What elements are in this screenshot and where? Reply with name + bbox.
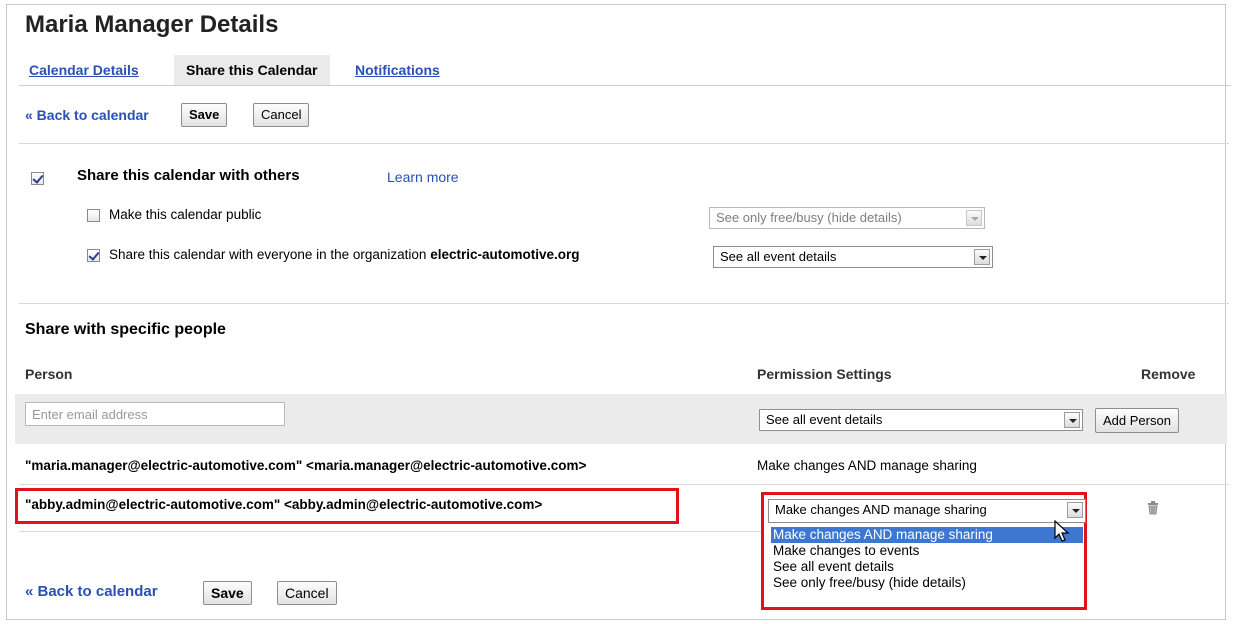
mouse-pointer-icon <box>1054 520 1070 542</box>
page-title: Maria Manager Details <box>25 11 279 38</box>
new-person-permission-select[interactable]: See all event details <box>759 409 1083 431</box>
back-to-calendar-link-top[interactable]: « Back to calendar <box>25 107 149 123</box>
save-button-top[interactable]: Save <box>181 103 228 127</box>
trash-icon[interactable] <box>1147 501 1159 515</box>
org-name: electric-automotive.org <box>430 247 580 262</box>
email-address-input[interactable] <box>25 402 285 426</box>
public-permission-value: See only free/busy (hide details) <box>716 210 902 225</box>
chevron-down-icon <box>966 210 982 226</box>
person-column-header: Person <box>25 366 73 382</box>
make-public-checkbox[interactable] <box>87 209 100 222</box>
tab-calendar-details[interactable]: Calendar Details <box>19 55 149 85</box>
add-person-button[interactable]: Add Person <box>1095 408 1179 433</box>
chevron-down-icon <box>1067 502 1083 518</box>
permission-option-see-all[interactable]: See all event details <box>771 559 1083 575</box>
share-with-others-checkbox[interactable] <box>31 172 44 185</box>
section-divider <box>19 143 1229 144</box>
tab-share-this-calendar[interactable]: Share this Calendar <box>174 55 330 85</box>
cancel-button-top[interactable]: Cancel <box>253 103 310 127</box>
back-to-calendar-link-bottom[interactable]: « Back to calendar <box>25 583 158 600</box>
permission-column-header: Permission Settings <box>757 366 892 382</box>
org-permission-select[interactable]: See all event details <box>713 246 993 268</box>
row-divider <box>19 531 761 532</box>
abby-permission-select[interactable]: Make changes AND manage sharing <box>768 499 1086 523</box>
specific-people-heading: Share with specific people <box>25 321 226 338</box>
cancel-button-bottom[interactable]: Cancel <box>277 581 337 605</box>
share-org-label-text: Share this calendar with everyone in the… <box>109 247 427 262</box>
new-person-permission-value: See all event details <box>766 412 883 427</box>
shared-person-maria: "maria.manager@electric-automotive.com" … <box>25 458 587 473</box>
abby-permission-value: Make changes AND manage sharing <box>775 502 987 517</box>
tab-notifications[interactable]: Notifications <box>345 55 450 85</box>
org-permission-value: See all event details <box>720 249 837 264</box>
remove-column-header: Remove <box>1141 366 1196 382</box>
save-button-bottom[interactable]: Save <box>203 581 252 605</box>
share-org-checkbox[interactable] <box>87 249 100 262</box>
make-public-label: Make this calendar public <box>109 207 262 222</box>
section-divider <box>19 303 1229 304</box>
calendar-details-panel: Maria Manager Details Calendar Details S… <box>6 4 1231 620</box>
shared-person-abby: "abby.admin@electric-automotive.com" <ab… <box>25 497 543 512</box>
chevron-down-icon <box>1064 412 1080 428</box>
learn-more-link[interactable]: Learn more <box>387 169 459 185</box>
permission-dropdown-list: Make changes AND manage sharing Make cha… <box>771 527 1083 591</box>
share-org-label: Share this calendar with everyone in the… <box>109 247 580 262</box>
share-with-others-label: Share this calendar with others <box>77 167 300 184</box>
chevron-down-icon <box>974 249 990 265</box>
permission-option-free-busy[interactable]: See only free/busy (hide details) <box>771 575 1083 591</box>
tab-divider <box>19 85 1231 86</box>
row-divider <box>19 484 1229 485</box>
permission-option-manage-sharing[interactable]: Make changes AND manage sharing <box>771 527 1083 543</box>
shared-permission-maria: Make changes AND manage sharing <box>757 458 977 473</box>
public-permission-select[interactable]: See only free/busy (hide details) <box>709 207 985 229</box>
permission-option-make-changes[interactable]: Make changes to events <box>771 543 1083 559</box>
